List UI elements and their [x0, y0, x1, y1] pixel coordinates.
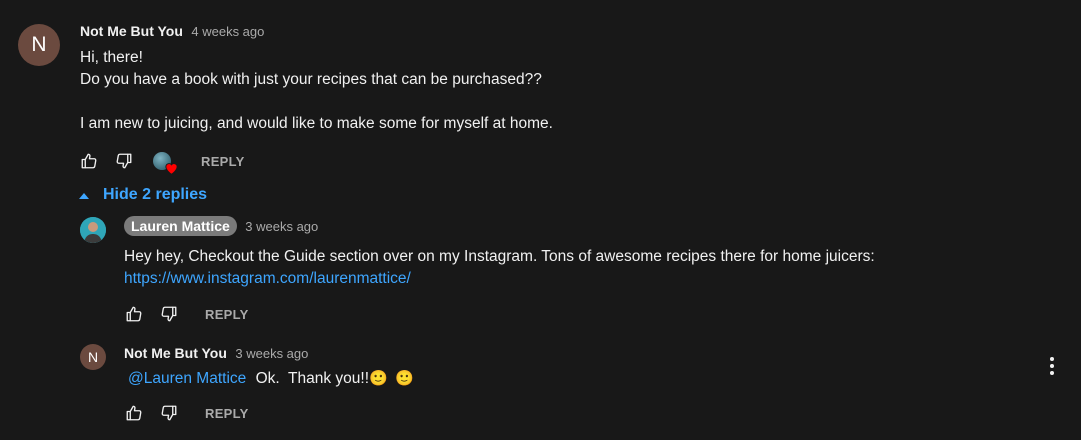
- comment-text: Hi, there! Do you have a book with just …: [80, 47, 880, 135]
- action-menu-button[interactable]: [1040, 354, 1064, 378]
- reply-timestamp[interactable]: 3 weeks ago: [235, 346, 308, 361]
- reply-button[interactable]: REPLY: [205, 406, 249, 421]
- reply-button[interactable]: REPLY: [201, 154, 245, 169]
- like-button[interactable]: [123, 304, 145, 324]
- thumbs-down-icon: [161, 306, 177, 322]
- hide-replies-toggle[interactable]: Hide 2 replies: [79, 186, 207, 204]
- reply-header: Not Me But You 3 weeks ago: [124, 345, 308, 363]
- dislike-button[interactable]: [113, 151, 135, 171]
- comment-line: [80, 91, 880, 113]
- dislike-button[interactable]: [158, 403, 180, 423]
- reply-body: Hey hey, Checkout the Guide section over…: [124, 248, 875, 265]
- like-button[interactable]: [123, 403, 145, 423]
- reply-timestamp[interactable]: 3 weeks ago: [245, 219, 318, 234]
- caret-up-icon: [79, 192, 89, 199]
- comment-author[interactable]: Not Me But You: [80, 23, 183, 39]
- thumbs-up-icon: [126, 405, 142, 421]
- thumbs-up-icon: [81, 153, 97, 169]
- comment-line: Do you have a book with just your recipe…: [80, 71, 542, 88]
- heart-icon: [165, 163, 178, 175]
- reply-author[interactable]: Not Me But You: [124, 345, 227, 361]
- reply-avatar[interactable]: N: [80, 344, 106, 370]
- avatar-letter: N: [87, 349, 99, 365]
- reply-text: @Lauren Mattice Ok. Thank you!!🙂 🙂: [124, 368, 414, 390]
- avatar[interactable]: N: [18, 24, 60, 66]
- reply-body: Ok. Thank you!!: [255, 370, 370, 387]
- reply-text: Hey hey, Checkout the Guide section over…: [124, 246, 1024, 290]
- reply-button[interactable]: REPLY: [205, 307, 249, 322]
- smile-emoji: 🙂: [395, 370, 414, 387]
- reply-header: Lauren Mattice 3 weeks ago: [124, 216, 318, 236]
- comment-line: Hi, there!: [80, 49, 143, 66]
- smile-emoji: 🙂: [369, 370, 388, 387]
- mention-link[interactable]: @Lauren Mattice: [128, 370, 246, 387]
- thumbs-down-icon: [161, 405, 177, 421]
- more-vert-icon: [1050, 357, 1054, 375]
- comment-line: I am new to juicing, and would like to m…: [80, 115, 553, 132]
- reply-avatar[interactable]: [80, 217, 106, 243]
- reply-author-badge[interactable]: Lauren Mattice: [124, 216, 237, 236]
- comment-timestamp[interactable]: 4 weeks ago: [191, 24, 264, 39]
- creator-heart: [153, 152, 179, 176]
- thumbs-up-icon: [126, 306, 142, 322]
- thumbs-down-icon: [116, 153, 132, 169]
- avatar-letter: N: [31, 33, 47, 56]
- comment-header: Not Me But You 4 weeks ago: [80, 23, 264, 41]
- reply-link[interactable]: https://www.instagram.com/laurenmattice/: [124, 270, 411, 287]
- person-photo-icon: [80, 217, 106, 243]
- hide-replies-label: Hide 2 replies: [103, 186, 208, 203]
- like-button[interactable]: [78, 151, 100, 171]
- dislike-button[interactable]: [158, 304, 180, 324]
